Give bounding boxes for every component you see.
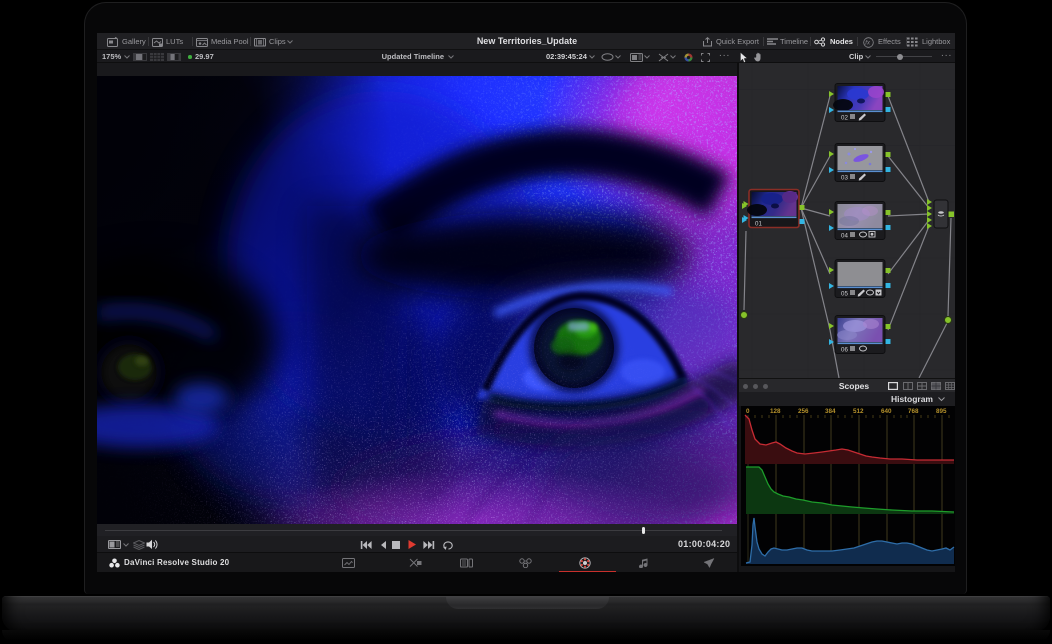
svg-text:02: 02 [841, 115, 848, 122]
svg-text:895: 895 [936, 408, 947, 415]
svg-text:384: 384 [825, 408, 836, 415]
svg-text:640: 640 [881, 408, 892, 415]
svg-text:768: 768 [908, 408, 919, 415]
svg-text:05: 05 [841, 291, 848, 298]
svg-text:04: 04 [841, 233, 848, 240]
svg-text:512: 512 [853, 408, 864, 415]
svg-text:256: 256 [798, 408, 809, 415]
svg-text:fx: fx [865, 40, 871, 46]
svg-text:06: 06 [841, 347, 848, 354]
svg-text:0: 0 [746, 408, 750, 415]
svg-text:03: 03 [841, 175, 848, 182]
svg-text:01: 01 [755, 221, 762, 228]
svg-text:128: 128 [770, 408, 781, 415]
